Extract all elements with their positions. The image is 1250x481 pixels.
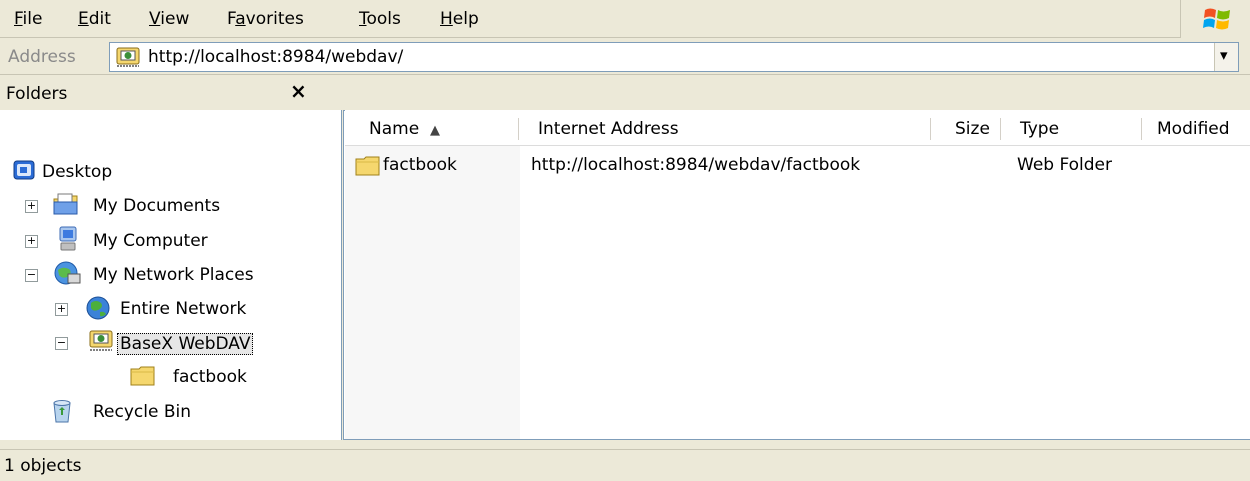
- list-row[interactable]: factbook http://localhost:8984/webdav/fa…: [345, 150, 1250, 180]
- desktop-icon: [13, 160, 35, 180]
- expand-icon[interactable]: +: [25, 235, 38, 248]
- menu-bar: File Edit View Favorites Tools Help: [0, 0, 1250, 38]
- menu-edit[interactable]: Edit: [78, 9, 111, 29]
- web-folder-icon: [89, 330, 113, 351]
- chevron-down-icon: ▾: [1220, 46, 1228, 64]
- column-header-modified[interactable]: Modified: [1157, 119, 1230, 139]
- address-dropdown-button[interactable]: ▾: [1214, 43, 1238, 71]
- expand-icon[interactable]: +: [55, 303, 68, 316]
- recycle-bin-icon: [53, 400, 71, 423]
- address-text: http://localhost:8984/webdav/: [148, 47, 404, 67]
- folders-pane: Desktop + My Documents + My Computer − M…: [0, 110, 342, 440]
- column-header-name[interactable]: Name ▲: [369, 119, 440, 139]
- address-label: Address: [8, 47, 76, 67]
- tree-label-factbook: factbook: [173, 367, 247, 387]
- sort-ascending-icon: ▲: [429, 123, 440, 138]
- address-bar: Address http://localhost:8984/webdav/ ▾: [0, 39, 1250, 75]
- column-divider[interactable]: [1000, 118, 1001, 140]
- tree-label-my-computer: My Computer: [93, 231, 208, 251]
- folders-title: Folders: [6, 84, 68, 104]
- folders-header: Folders ×: [0, 76, 342, 112]
- row-internet-address: http://localhost:8984/webdav/factbook: [531, 155, 861, 175]
- folder-icon: [130, 366, 155, 386]
- tree-label-entire-network: Entire Network: [120, 299, 247, 319]
- tree-label-my-documents: My Documents: [93, 196, 221, 216]
- tree-label-desktop: Desktop: [42, 162, 113, 182]
- menu-file[interactable]: File: [14, 9, 42, 29]
- status-bar: 1 objects: [0, 449, 1250, 481]
- column-headers: Name ▲ Internet Address Size Type Modifi…: [345, 110, 1250, 146]
- windows-logo-icon: [1180, 0, 1250, 38]
- globe-icon: [86, 296, 110, 320]
- column-divider[interactable]: [1141, 118, 1142, 140]
- column-header-internet-address[interactable]: Internet Address: [538, 119, 679, 139]
- sorted-column-highlight: [345, 146, 520, 439]
- my-computer-icon: [59, 226, 77, 251]
- collapse-icon[interactable]: −: [55, 337, 68, 350]
- tree-label-my-network-places: My Network Places: [93, 265, 254, 285]
- tree-label-basex-webdav: BaseX WebDAV: [117, 333, 254, 355]
- my-documents-icon: [53, 193, 78, 215]
- column-header-type[interactable]: Type: [1020, 119, 1059, 139]
- tree-label-recycle-bin: Recycle Bin: [93, 402, 192, 422]
- menu-favorites[interactable]: Favorites: [227, 9, 304, 29]
- menu-view[interactable]: View: [149, 9, 189, 29]
- address-input[interactable]: http://localhost:8984/webdav/ ▾: [109, 42, 1239, 72]
- column-divider[interactable]: [930, 118, 931, 140]
- menu-tools[interactable]: Tools: [359, 9, 401, 29]
- folder-icon: [355, 156, 380, 176]
- menu-help[interactable]: Help: [440, 9, 479, 29]
- row-name: factbook: [383, 155, 457, 175]
- close-icon[interactable]: ×: [290, 79, 307, 103]
- collapse-icon[interactable]: −: [25, 269, 38, 282]
- expand-icon[interactable]: +: [25, 200, 38, 213]
- column-header-size[interactable]: Size: [955, 119, 990, 139]
- web-folder-icon: [116, 46, 142, 73]
- column-divider[interactable]: [518, 118, 519, 140]
- status-text: 1 objects: [4, 456, 82, 476]
- network-places-icon: [54, 261, 81, 285]
- row-type: Web Folder: [1017, 155, 1113, 175]
